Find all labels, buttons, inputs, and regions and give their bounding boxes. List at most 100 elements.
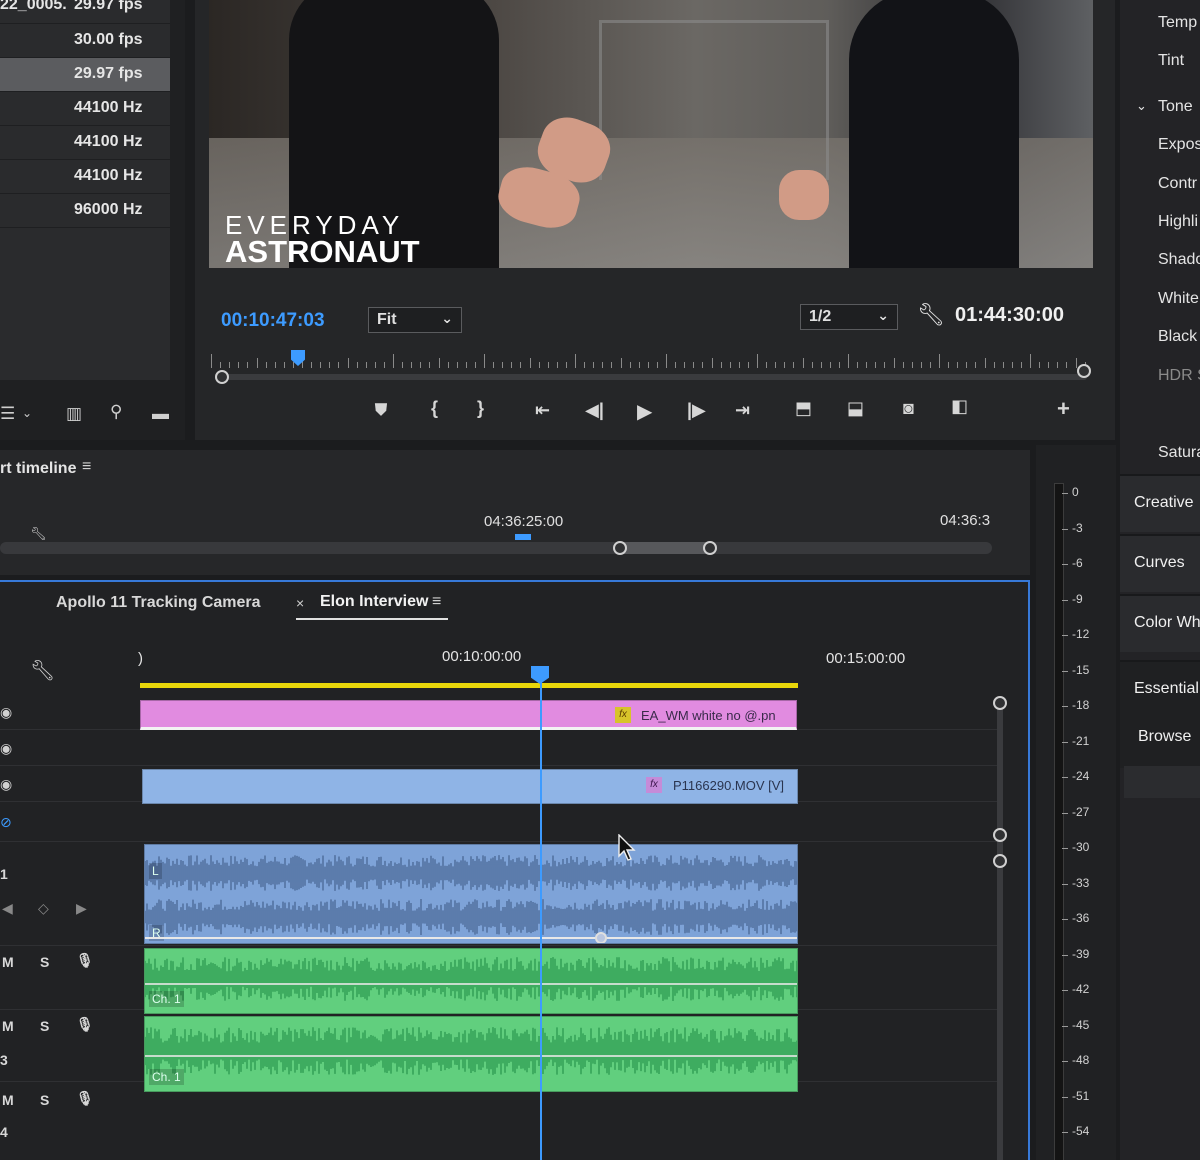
track-a4: M S 🎙︎ 4 [0, 1082, 1000, 1160]
lumetri-whites[interactable]: White [1158, 290, 1199, 308]
add-marker-icon[interactable]: ⛊ [375, 402, 387, 420]
lumetri-saturation[interactable]: Satura [1158, 444, 1200, 462]
tab-browse[interactable]: Browse [1120, 710, 1200, 768]
solo-button[interactable]: S [40, 1092, 49, 1108]
ruler-tick [811, 362, 813, 368]
keyframe-prev-icon[interactable]: ◀ [2, 900, 13, 917]
play-icon[interactable]: ▶ [637, 399, 652, 424]
media-row-selected[interactable]: 29.97 fps [0, 58, 170, 92]
monitor-time-ruler[interactable] [211, 346, 1087, 368]
lumetri-section-creative[interactable]: Creative [1120, 474, 1200, 532]
volume-rubber-band[interactable] [145, 937, 797, 939]
list-icon[interactable]: ☰ [0, 404, 15, 424]
zoom-bar-right-handle[interactable] [1077, 364, 1091, 378]
step-back-icon[interactable]: ◀| [585, 400, 604, 421]
zoom-dropdown[interactable]: Fit ⌄ [368, 307, 462, 333]
comparison-view-icon[interactable]: ◧ [951, 396, 968, 417]
zoom-bar-right-handle[interactable] [703, 541, 717, 555]
search-icon[interactable]: ⚲ [110, 402, 122, 422]
tab-apollo-11-tracking-camera[interactable]: Apollo 11 Tracking Camera [56, 594, 261, 612]
media-row[interactable]: 44100 Hz [0, 92, 170, 126]
source-zoom-bar[interactable] [0, 542, 992, 554]
ruler-tick [729, 362, 731, 368]
meter-db-label: -42 [1072, 982, 1090, 996]
lumetri-hdr[interactable]: HDR S [1158, 367, 1200, 385]
ruler-tick [747, 362, 749, 368]
folder-icon[interactable]: ▬ [152, 404, 169, 424]
solo-button[interactable]: S [40, 1018, 49, 1034]
mute-button[interactable]: M [2, 1092, 14, 1108]
scroll-handle-bottom[interactable] [993, 828, 1007, 842]
wrench-icon[interactable]: 🔧︎ [30, 526, 47, 542]
work-area-bar[interactable] [140, 683, 798, 688]
export-frame-icon[interactable]: ◙ [903, 398, 914, 419]
video-preview[interactable]: EVERYDAY ASTRONAUT [209, 0, 1093, 268]
mute-button[interactable]: M [2, 954, 14, 970]
lumetri-section-color-wheels[interactable]: Color Wh [1120, 594, 1200, 652]
clip-audio-a2[interactable]: Ch. 1 [144, 948, 798, 1014]
settings-wrench-icon[interactable]: 🔧︎ [917, 302, 945, 328]
keyframe-next-icon[interactable]: ▶ [76, 900, 87, 917]
solo-button[interactable]: S [40, 954, 49, 970]
volume-rubber-band[interactable] [145, 983, 797, 985]
scroll-handle-top[interactable] [993, 696, 1007, 710]
source-playhead[interactable] [515, 534, 531, 540]
go-to-out-icon[interactable]: ⇥ [735, 400, 750, 421]
mute-button[interactable]: M [2, 1018, 14, 1034]
lumetri-shadows[interactable]: Shado [1158, 251, 1200, 269]
panel-menu-icon[interactable]: ≡ [82, 458, 91, 476]
lumetri-contrast[interactable]: Contr [1158, 175, 1197, 193]
chevron-down-icon[interactable]: ⌄ [22, 406, 32, 420]
monitor-zoom-bar[interactable] [217, 374, 1087, 380]
ruler-tick [474, 362, 476, 368]
storyboard-icon[interactable]: ▥ [66, 404, 82, 424]
eye-icon[interactable]: ◉ [0, 740, 12, 757]
microphone-icon[interactable]: 🎙︎ [76, 1090, 94, 1107]
lift-icon[interactable]: ⬒ [795, 398, 812, 419]
track-number: 3 [0, 1052, 8, 1068]
media-row[interactable]: 44100 Hz [0, 126, 170, 160]
timecode-15-min: 00:15:00:00 [826, 650, 906, 667]
lumetri-highlights[interactable]: Highli [1158, 213, 1198, 231]
microphone-icon[interactable]: 🎙︎ [76, 1016, 94, 1033]
microphone-icon[interactable]: 🎙︎ [76, 952, 94, 969]
tab-elon-interview[interactable]: × Elon Interview ≡ [296, 592, 448, 620]
clip-audio-a1[interactable]: L R [144, 844, 798, 944]
close-icon[interactable]: × [296, 595, 304, 611]
lumetri-blacks[interactable]: Black [1158, 328, 1197, 346]
lumetri-tint[interactable]: Tint [1158, 52, 1184, 70]
browse-search-field[interactable] [1124, 766, 1200, 798]
mark-in-icon[interactable]: { [431, 398, 438, 419]
mark-out-icon[interactable]: } [477, 398, 484, 419]
volume-keyframe[interactable] [595, 932, 607, 943]
panel-menu-icon[interactable]: ≡ [432, 593, 441, 611]
clip-watermark[interactable]: fx EA_WM white no @.pn [140, 700, 797, 730]
button-editor-icon[interactable]: + [1057, 396, 1070, 422]
media-row[interactable]: 96000 Hz [0, 194, 170, 228]
lumetri-tone[interactable]: ⌄ Tone [1136, 98, 1193, 116]
step-forward-icon[interactable]: |▶ [687, 400, 706, 421]
media-row[interactable]: 30.00 fps [0, 24, 170, 58]
eye-icon[interactable]: ◉ [0, 776, 12, 793]
scroll-handle-audio-top[interactable] [993, 854, 1007, 868]
media-row[interactable]: 22_0005. 29.97 fps [0, 0, 170, 24]
lumetri-exposure[interactable]: Expos [1158, 136, 1200, 154]
lumetri-temperature[interactable]: Temp [1158, 14, 1197, 32]
clip-video-p1166290[interactable]: fx P1166290.MOV [V] [142, 769, 798, 804]
lumetri-section-curves[interactable]: Curves [1120, 534, 1200, 592]
extract-icon[interactable]: ⬓ [847, 398, 864, 419]
keyframe-add-icon[interactable]: ◇ [38, 900, 49, 917]
zoom-bar-left-handle[interactable] [613, 541, 627, 555]
clip-audio-a3[interactable]: Ch. 1 [144, 1016, 798, 1092]
volume-rubber-band[interactable] [145, 1055, 797, 1057]
zoom-bar-left-handle[interactable] [215, 370, 229, 384]
timeline-vertical-scrollbar[interactable] [992, 696, 1008, 1160]
resolution-dropdown[interactable]: 1/2 ⌄ [800, 304, 898, 330]
playhead-timecode[interactable]: 00:10:47:03 [221, 310, 325, 332]
eye-icon[interactable]: ◉ [0, 704, 12, 721]
source-zoom-range[interactable] [620, 542, 710, 554]
timeline-settings-wrench-icon[interactable]: 🔧︎ [30, 658, 55, 683]
go-to-in-icon[interactable]: ⇤ [535, 400, 550, 421]
eye-hidden-icon[interactable]: ⊘ [0, 814, 12, 831]
media-row[interactable]: 44100 Hz [0, 160, 170, 194]
